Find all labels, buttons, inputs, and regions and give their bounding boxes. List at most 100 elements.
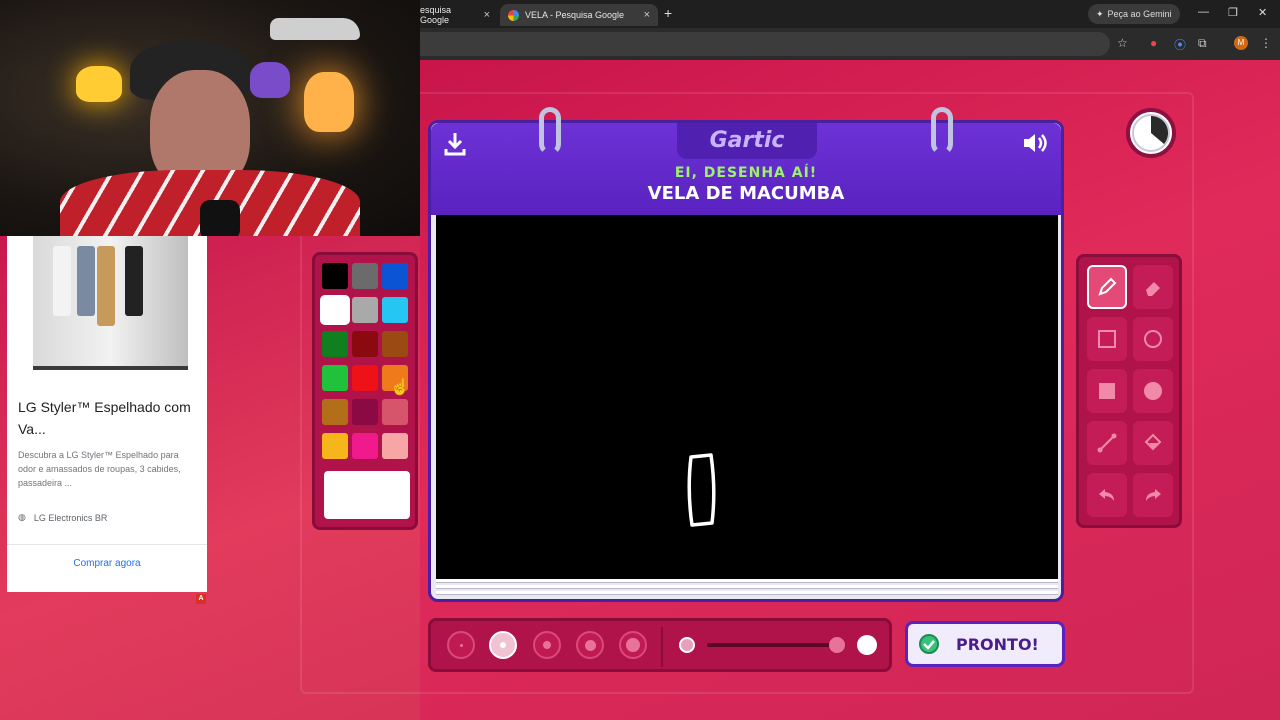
clothing-item [97, 246, 115, 326]
circle-fill-tool[interactable] [1133, 369, 1173, 413]
tab-close-button[interactable]: × [484, 9, 490, 21]
opacity-min-icon [679, 637, 695, 653]
ad-title[interactable]: LG Styler™ Espelhado com Va... [18, 396, 198, 440]
ad-description: Descubra a LG Styler™ Espelhado para odo… [18, 450, 181, 488]
extension-icon[interactable]: ● [1150, 36, 1157, 50]
ad-divider [7, 544, 207, 545]
color-swatch[interactable] [352, 263, 378, 289]
size-dot [626, 638, 640, 652]
tab-title: VELA - Pesquisa Google [525, 10, 625, 20]
color-swatch[interactable] [382, 433, 408, 459]
download-icon[interactable] [443, 131, 467, 162]
notebook-ring [539, 107, 561, 155]
redo-tool[interactable] [1133, 473, 1173, 517]
color-swatch[interactable] [352, 365, 378, 391]
brush-size-3[interactable] [533, 631, 561, 659]
drawing-canvas[interactable] [436, 215, 1058, 579]
ad-badge[interactable]: A [196, 594, 206, 604]
size-dot [500, 642, 506, 648]
size-dot [543, 641, 551, 649]
check-badge-icon [919, 634, 939, 654]
undo-tool[interactable] [1087, 473, 1127, 517]
close-window-button[interactable]: ✕ [1258, 6, 1267, 19]
ad-source: ◍ LG Electronics BR [18, 512, 107, 523]
draw-prompt-subtitle: EI, DESENHA AÍ! [674, 165, 818, 181]
new-tab-button[interactable]: + [664, 5, 672, 21]
color-swatch[interactable] [322, 433, 348, 459]
color-swatch[interactable] [352, 297, 378, 323]
fill-bucket-icon [1144, 433, 1162, 451]
color-swatch[interactable] [322, 331, 348, 357]
rectangle-outline-tool[interactable] [1087, 317, 1127, 361]
profile-avatar[interactable]: M [1234, 36, 1248, 50]
undo-icon [1099, 489, 1114, 501]
extension-audio-icon[interactable]: ⦿ [1174, 36, 1186, 53]
page-edge [436, 585, 1058, 589]
color-swatch[interactable] [352, 433, 378, 459]
circle-outline-tool[interactable] [1133, 317, 1173, 361]
color-swatch[interactable] [382, 399, 408, 425]
eraser-tool[interactable] [1133, 265, 1173, 309]
tab-close-button[interactable]: × [644, 9, 650, 21]
bookmark-star-icon[interactable]: ☆ [1117, 36, 1128, 50]
rectangle-fill-icon [1099, 383, 1115, 399]
globe-icon: ◍ [18, 512, 26, 522]
ad-card[interactable]: LG Styler™ Espelhado com Va... Descubra … [7, 236, 207, 592]
opacity-slider-thumb[interactable] [829, 637, 845, 653]
color-swatch[interactable] [322, 263, 348, 289]
purple-heart-decoration [250, 62, 290, 98]
notebook-header: Gartic EI, DESENHA AÍ! VELA DE MACUMBA [431, 123, 1061, 215]
size-dot [584, 639, 596, 651]
color-swatch[interactable] [382, 331, 408, 357]
gemini-label: Peça ao Gemini [1107, 9, 1172, 19]
color-swatch[interactable] [352, 399, 378, 425]
sound-icon[interactable] [1021, 131, 1049, 160]
fill-bucket-tool[interactable] [1133, 421, 1173, 465]
browser-tab-vela[interactable]: VELA - Pesquisa Google × [500, 4, 658, 26]
color-swatch[interactable] [322, 399, 348, 425]
brush-size-1[interactable] [447, 631, 475, 659]
brush-size-4[interactable] [576, 631, 604, 659]
browser-tab-search[interactable]: esquisa Google × [412, 4, 498, 26]
address-field[interactable] [420, 32, 1110, 56]
toy-car [270, 18, 360, 40]
rectangle-outline-icon [1098, 330, 1116, 348]
line-tool[interactable] [1087, 421, 1127, 465]
webcam-overlay [0, 0, 420, 236]
rectangle-fill-tool[interactable] [1087, 369, 1127, 413]
clothing-item [125, 246, 143, 316]
color-swatch[interactable] [382, 297, 408, 323]
color-swatch[interactable] [382, 263, 408, 289]
brush-size-bar [428, 618, 892, 672]
ad-cta-button[interactable]: Comprar agora [7, 558, 207, 569]
microphone [200, 200, 240, 236]
ready-label: PRONTO! [956, 634, 1039, 654]
ready-button[interactable]: PRONTO! [905, 621, 1065, 667]
pencil-icon [1098, 277, 1117, 296]
opacity-slider-track[interactable] [707, 643, 839, 647]
gemini-button[interactable]: ✦ Peça ao Gemini [1088, 4, 1180, 24]
extensions-puzzle-icon[interactable]: ⧉ [1198, 36, 1207, 51]
lamp-light [76, 66, 122, 102]
brush-size-5[interactable] [619, 631, 647, 659]
lamp-light [304, 72, 354, 132]
word-to-draw: VELA DE MACUMBA [647, 183, 845, 204]
circle-outline-icon [1144, 330, 1162, 348]
clothing-item [53, 246, 71, 316]
pencil-tool[interactable] [1087, 265, 1127, 309]
restore-button[interactable]: ❐ [1228, 6, 1238, 19]
eraser-icon [1146, 282, 1160, 296]
page-edge [436, 579, 1058, 583]
drawing-notebook: Gartic EI, DESENHA AÍ! VELA DE MACUMBA [428, 107, 1064, 602]
color-swatch[interactable] [320, 295, 350, 325]
minimize-button[interactable]: — [1198, 6, 1209, 18]
timer-icon [1126, 108, 1176, 158]
opacity-max-icon [857, 635, 877, 655]
color-swatch[interactable] [322, 365, 348, 391]
gartic-logo: Gartic [677, 123, 817, 159]
google-icon [508, 9, 519, 21]
color-swatch[interactable] [352, 331, 378, 357]
drawing-strokes [687, 453, 716, 527]
brush-size-2[interactable] [489, 631, 517, 659]
menu-kebab-icon[interactable]: ⋮ [1260, 36, 1272, 50]
